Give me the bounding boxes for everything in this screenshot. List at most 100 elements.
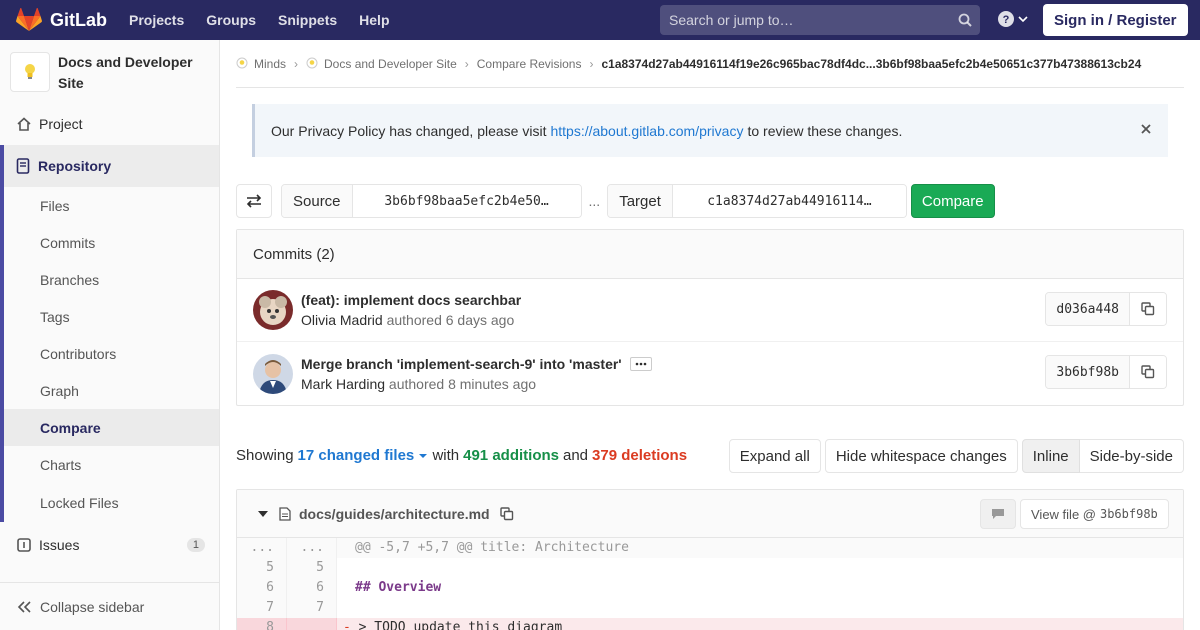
sidebar-item-issues[interactable]: Issues 1 xyxy=(0,522,219,568)
deletions-count: 379 deletions xyxy=(592,447,688,464)
commit-title[interactable]: (feat): implement docs searchbar xyxy=(301,292,521,308)
nav-groups[interactable]: Groups xyxy=(206,12,256,28)
lightbulb-icon xyxy=(25,64,35,79)
sidebar-item-repository[interactable]: Repository xyxy=(4,145,219,187)
compare-button[interactable]: Compare xyxy=(910,184,995,218)
sidebar-project-header[interactable]: Docs and Developer Site xyxy=(0,40,219,103)
sidebar-item-charts[interactable]: Charts xyxy=(4,446,219,483)
commit-authored-time: authored 6 days ago xyxy=(386,312,515,328)
issues-count-badge: 1 xyxy=(186,538,205,552)
commit-author[interactable]: Mark Harding xyxy=(301,376,385,392)
caret-down-icon xyxy=(419,454,428,458)
breadcrumb-compare[interactable]: Compare Revisions xyxy=(477,57,582,71)
sidebar-item-contributors[interactable]: Contributors xyxy=(4,335,219,372)
view-file-label: View file @ xyxy=(1031,506,1096,522)
new-line-number[interactable] xyxy=(287,618,337,630)
breadcrumb-current[interactable]: c1a8374d27ab44916114f19e26c965bac78df4dc… xyxy=(601,57,1141,71)
breadcrumb-label: Docs and Developer Site xyxy=(324,56,457,71)
old-line-number[interactable]: 8 xyxy=(237,618,287,630)
sidebar-item-files[interactable]: Files xyxy=(4,187,219,224)
project-name: Docs and Developer Site xyxy=(58,54,193,91)
side-by-side-view-button[interactable]: Side-by-side xyxy=(1079,439,1184,473)
diff-line-code xyxy=(337,558,1183,578)
breadcrumb: Minds › Docs and Developer Site › Compar… xyxy=(236,40,1184,88)
copy-icon[interactable] xyxy=(1130,356,1166,388)
search-input[interactable]: Search or jump to… xyxy=(660,5,980,35)
source-ref-value[interactable]: 3b6bf98baa5efc2b4e50… xyxy=(352,185,581,217)
file-icon xyxy=(279,506,291,521)
breadcrumb-label: Minds xyxy=(254,56,287,71)
changed-files-dropdown[interactable]: 17 changed files xyxy=(298,447,429,464)
sign-in-button[interactable]: Sign in / Register xyxy=(1043,4,1188,36)
comment-icon[interactable] xyxy=(980,499,1016,529)
sidebar-section-repository: Repository Files Commits Branches Tags C… xyxy=(0,145,219,522)
avatar[interactable] xyxy=(253,353,293,394)
old-line-number[interactable]: 7 xyxy=(237,598,287,618)
copy-icon[interactable] xyxy=(1130,293,1166,325)
help-dropdown[interactable]: ? xyxy=(998,11,1029,27)
diff-line: ... ... @@ -5,7 +5,7 @@ title: Architect… xyxy=(237,538,1183,558)
target-label: Target xyxy=(608,185,673,217)
sidebar-item-graph[interactable]: Graph xyxy=(4,372,219,409)
breadcrumb-minds[interactable]: Minds xyxy=(236,57,286,71)
sidebar-item-tags[interactable]: Tags xyxy=(4,298,219,335)
diff-summary: Showing 17 changed files with 491 additi… xyxy=(236,447,687,464)
commits-list: Commits (2) (feat): implement docs searc… xyxy=(236,229,1184,406)
commit-sha[interactable]: 3b6bf98b xyxy=(1046,356,1130,388)
alert-text: Our Privacy Policy has changed, please v… xyxy=(271,122,547,139)
diff-file-header: docs/guides/architecture.md View file @ … xyxy=(237,490,1183,538)
sidebar-item-project[interactable]: Project xyxy=(0,103,219,145)
copy-icon[interactable] xyxy=(499,506,514,521)
swap-revisions-button[interactable] xyxy=(236,184,272,218)
issues-icon xyxy=(16,538,32,552)
diff-line-code xyxy=(337,598,1183,618)
hide-whitespace-button[interactable]: Hide whitespace changes xyxy=(824,439,1018,473)
target-ref-value[interactable]: c1a8374d27ab44916114… xyxy=(672,185,906,217)
commit-author[interactable]: Olivia Madrid xyxy=(301,312,383,328)
file-path[interactable]: docs/guides/architecture.md xyxy=(299,506,490,522)
home-icon xyxy=(16,116,32,132)
more-horizontal-icon[interactable] xyxy=(629,356,652,371)
collapse-caret-icon[interactable] xyxy=(257,510,269,518)
commit-sha[interactable]: d036a448 xyxy=(1046,293,1130,325)
source-label: Source xyxy=(282,185,353,217)
search-icon xyxy=(950,13,980,27)
breadcrumb-separator: › xyxy=(294,56,299,71)
brand-name: GitLab xyxy=(50,9,107,30)
diff-line: 6 6 ## Overview xyxy=(237,578,1183,598)
new-line-number[interactable]: 6 xyxy=(287,578,337,598)
new-line-number[interactable]: 7 xyxy=(287,598,337,618)
diff-actions: Expand all Hide whitespace changes Inlin… xyxy=(725,439,1184,473)
sidebar-item-commits[interactable]: Commits xyxy=(4,224,219,261)
inline-view-button[interactable]: Inline xyxy=(1021,439,1080,473)
privacy-alert: Our Privacy Policy has changed, please v… xyxy=(252,104,1168,157)
sidebar-item-branches[interactable]: Branches xyxy=(4,261,219,298)
privacy-link[interactable]: https://about.gitlab.com/privacy xyxy=(550,123,743,139)
nav-projects[interactable]: Projects xyxy=(129,12,184,28)
nav-snippets[interactable]: Snippets xyxy=(278,12,337,28)
sidebar-item-compare[interactable]: Compare xyxy=(4,409,219,446)
nav-help[interactable]: Help xyxy=(359,12,389,28)
close-icon[interactable] xyxy=(1140,122,1152,138)
chevron-down-icon xyxy=(1018,16,1028,23)
commit-title[interactable]: Merge branch 'implement-search-9' into '… xyxy=(301,356,622,372)
diff-line: 5 5 xyxy=(237,558,1183,578)
gitlab-logo[interactable]: GitLab xyxy=(16,0,107,40)
old-line-number[interactable]: 5 xyxy=(237,558,287,578)
old-line-number[interactable]: 6 xyxy=(237,578,287,598)
source-ref-selector[interactable]: Source 3b6bf98baa5efc2b4e50… xyxy=(281,184,582,218)
top-navbar: GitLab Projects Groups Snippets Help Sea… xyxy=(0,0,1200,40)
view-file-sha: 3b6bf98b xyxy=(1099,507,1158,521)
collapse-sidebar-button[interactable]: Collapse sidebar xyxy=(0,582,219,630)
search-placeholder: Search or jump to… xyxy=(669,12,794,28)
main-content: Minds › Docs and Developer Site › Compar… xyxy=(236,40,1184,630)
sidebar-item-locked-files[interactable]: Locked Files xyxy=(4,483,219,522)
diff-line: 7 7 xyxy=(237,598,1183,618)
breadcrumb-project[interactable]: Docs and Developer Site xyxy=(306,57,457,71)
sidebar: Docs and Developer Site Project Reposito… xyxy=(0,40,220,630)
expand-all-button[interactable]: Expand all xyxy=(728,439,821,473)
target-ref-selector[interactable]: Target c1a8374d27ab44916114… xyxy=(607,184,907,218)
new-line-number[interactable]: 5 xyxy=(287,558,337,578)
avatar[interactable] xyxy=(253,290,293,330)
view-file-button[interactable]: View file @ 3b6bf98b xyxy=(1020,499,1169,529)
